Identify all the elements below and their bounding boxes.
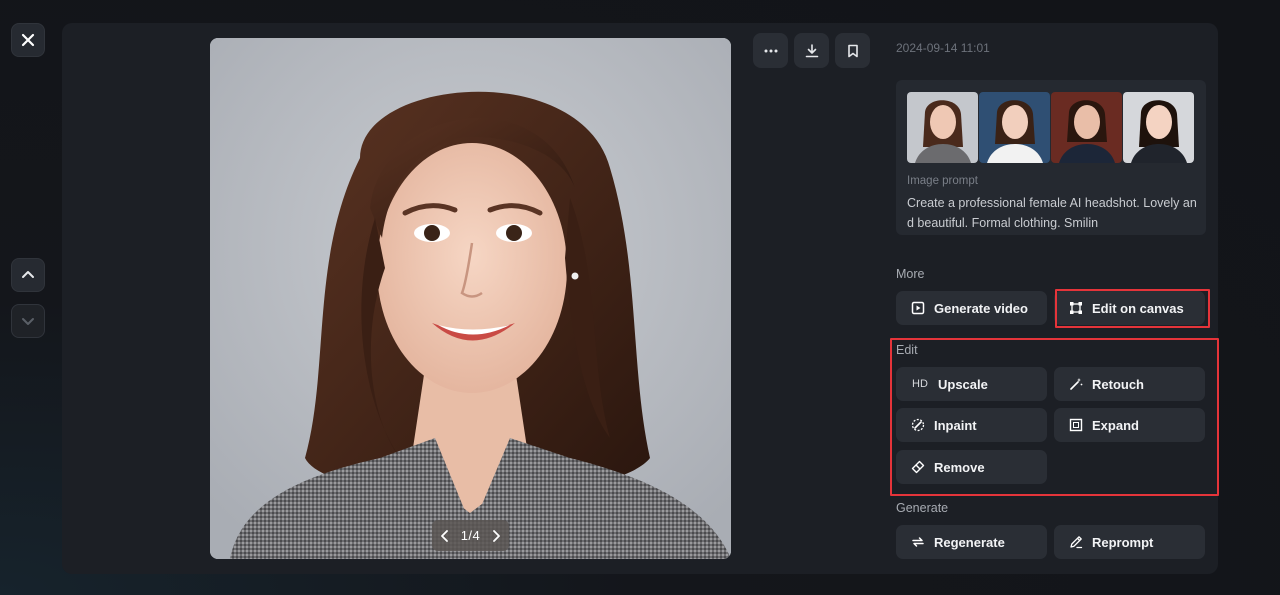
pager-count: 1/4 [460, 528, 481, 543]
portrait-illustration [210, 38, 731, 559]
expand-label: Expand [1092, 417, 1139, 433]
reference-thumbnail-1[interactable] [907, 92, 978, 163]
image-pager: 1/4 [432, 520, 509, 551]
close-button[interactable] [11, 23, 45, 57]
edit-section-title: Edit [896, 343, 918, 357]
pager-next-button[interactable] [491, 529, 501, 542]
video-icon [910, 300, 926, 316]
upscale-button[interactable]: HD Upscale [896, 367, 1047, 401]
retouch-icon [1068, 376, 1084, 392]
reference-thumbnail-3[interactable] [1051, 92, 1122, 163]
more-section-title: More [896, 267, 925, 281]
eraser-icon [910, 459, 926, 475]
hd-icon: HD [912, 378, 928, 390]
reference-thumbnail-2[interactable] [979, 92, 1050, 163]
expand-button[interactable]: Expand [1054, 408, 1205, 442]
remove-button[interactable]: Remove [896, 450, 1047, 484]
generate-video-button[interactable]: Generate video [896, 291, 1047, 325]
prompt-text: Create a professional female AI headshot… [907, 196, 1197, 230]
refresh-icon [910, 534, 926, 550]
generate-video-label: Generate video [934, 300, 1028, 316]
generate-section-title: Generate [896, 501, 949, 515]
more-options-button[interactable] [753, 33, 788, 68]
regenerate-button[interactable]: Regenerate [896, 525, 1047, 559]
reprompt-label: Reprompt [1092, 534, 1154, 550]
remove-label: Remove [934, 459, 985, 475]
next-image-button[interactable] [11, 304, 45, 338]
inpaint-icon [910, 417, 926, 433]
edit-on-canvas-button[interactable]: Edit on canvas [1054, 291, 1205, 325]
reference-thumbnail-4[interactable] [1123, 92, 1194, 163]
regenerate-label: Regenerate [934, 534, 1005, 550]
timestamp: 2024-09-14 11:01 [896, 41, 990, 55]
inpaint-label: Inpaint [934, 417, 977, 433]
reprompt-button[interactable]: Reprompt [1054, 525, 1205, 559]
bookmark-button[interactable] [835, 33, 870, 68]
retouch-button[interactable]: Retouch [1054, 367, 1205, 401]
prompt-card: Image prompt Create a professional femal… [896, 80, 1206, 235]
inpaint-button[interactable]: Inpaint [896, 408, 1047, 442]
previous-image-button[interactable] [11, 258, 45, 292]
pager-prev-button[interactable] [440, 529, 450, 542]
download-button[interactable] [794, 33, 829, 68]
canvas-icon [1068, 300, 1084, 316]
retouch-label: Retouch [1092, 376, 1144, 392]
expand-icon [1068, 417, 1084, 433]
more-icon [764, 49, 777, 52]
close-icon [21, 33, 35, 47]
bookmark-icon [847, 44, 858, 57]
chevron-up-icon [22, 271, 34, 278]
prompt-label: Image prompt [907, 175, 978, 187]
pencil-icon [1068, 534, 1084, 550]
download-icon [805, 43, 818, 57]
chevron-left-icon [441, 529, 448, 542]
upscale-label: Upscale [938, 376, 988, 392]
generated-image[interactable] [210, 38, 731, 559]
edit-on-canvas-label: Edit on canvas [1092, 300, 1184, 316]
chevron-right-icon [493, 529, 500, 542]
chevron-down-icon [22, 318, 34, 325]
